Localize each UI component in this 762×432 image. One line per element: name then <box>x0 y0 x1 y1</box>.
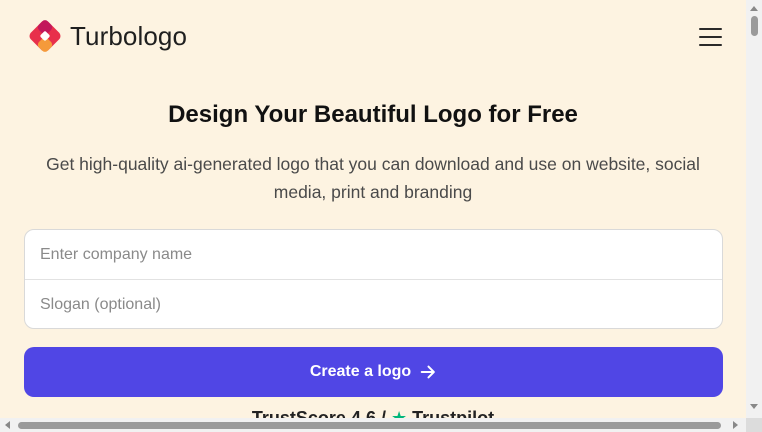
create-logo-button[interactable]: Create a logo <box>24 347 723 397</box>
hamburger-menu-icon[interactable] <box>699 28 722 46</box>
scroll-down-arrow-icon[interactable] <box>750 404 758 409</box>
trustpilot-rating[interactable]: TrustScore 4.6 / ★ Trustpilot <box>0 408 746 418</box>
page-subtitle: Get high-quality ai-generated logo that … <box>30 150 716 206</box>
turbologo-diamond-icon <box>29 20 61 52</box>
company-name-input[interactable] <box>25 230 722 279</box>
logo-form <box>24 229 723 329</box>
brand-logo[interactable]: Turbologo <box>26 17 187 55</box>
vertical-scroll-thumb[interactable] <box>751 16 758 36</box>
brand-name: Turbologo <box>70 20 188 51</box>
scrollbar-corner <box>746 418 762 432</box>
slogan-input[interactable] <box>25 280 722 328</box>
horizontal-scroll-thumb[interactable] <box>18 422 721 429</box>
trust-score-text: TrustScore 4.6 / <box>251 408 391 418</box>
vertical-scrollbar[interactable] <box>746 0 762 418</box>
scroll-up-arrow-icon[interactable] <box>750 6 758 11</box>
create-logo-label: Create a logo <box>309 363 412 380</box>
page-title: Design Your Beautiful Logo for Free <box>168 101 578 128</box>
arrow-right-icon <box>420 365 436 379</box>
horizontal-scrollbar[interactable] <box>0 418 746 432</box>
subtitle-line-1: Get high-quality ai-generated logo that … <box>46 154 700 174</box>
trustpilot-star-icon: ★ <box>390 408 408 418</box>
subtitle-line-2: media, print and branding <box>273 182 473 202</box>
landing-page: Turbologo Design Your Beautiful Logo for… <box>0 0 746 418</box>
scroll-left-arrow-icon[interactable] <box>5 421 10 429</box>
scroll-right-arrow-icon[interactable] <box>733 421 738 429</box>
trustpilot-label: Trustpilot <box>407 408 495 418</box>
